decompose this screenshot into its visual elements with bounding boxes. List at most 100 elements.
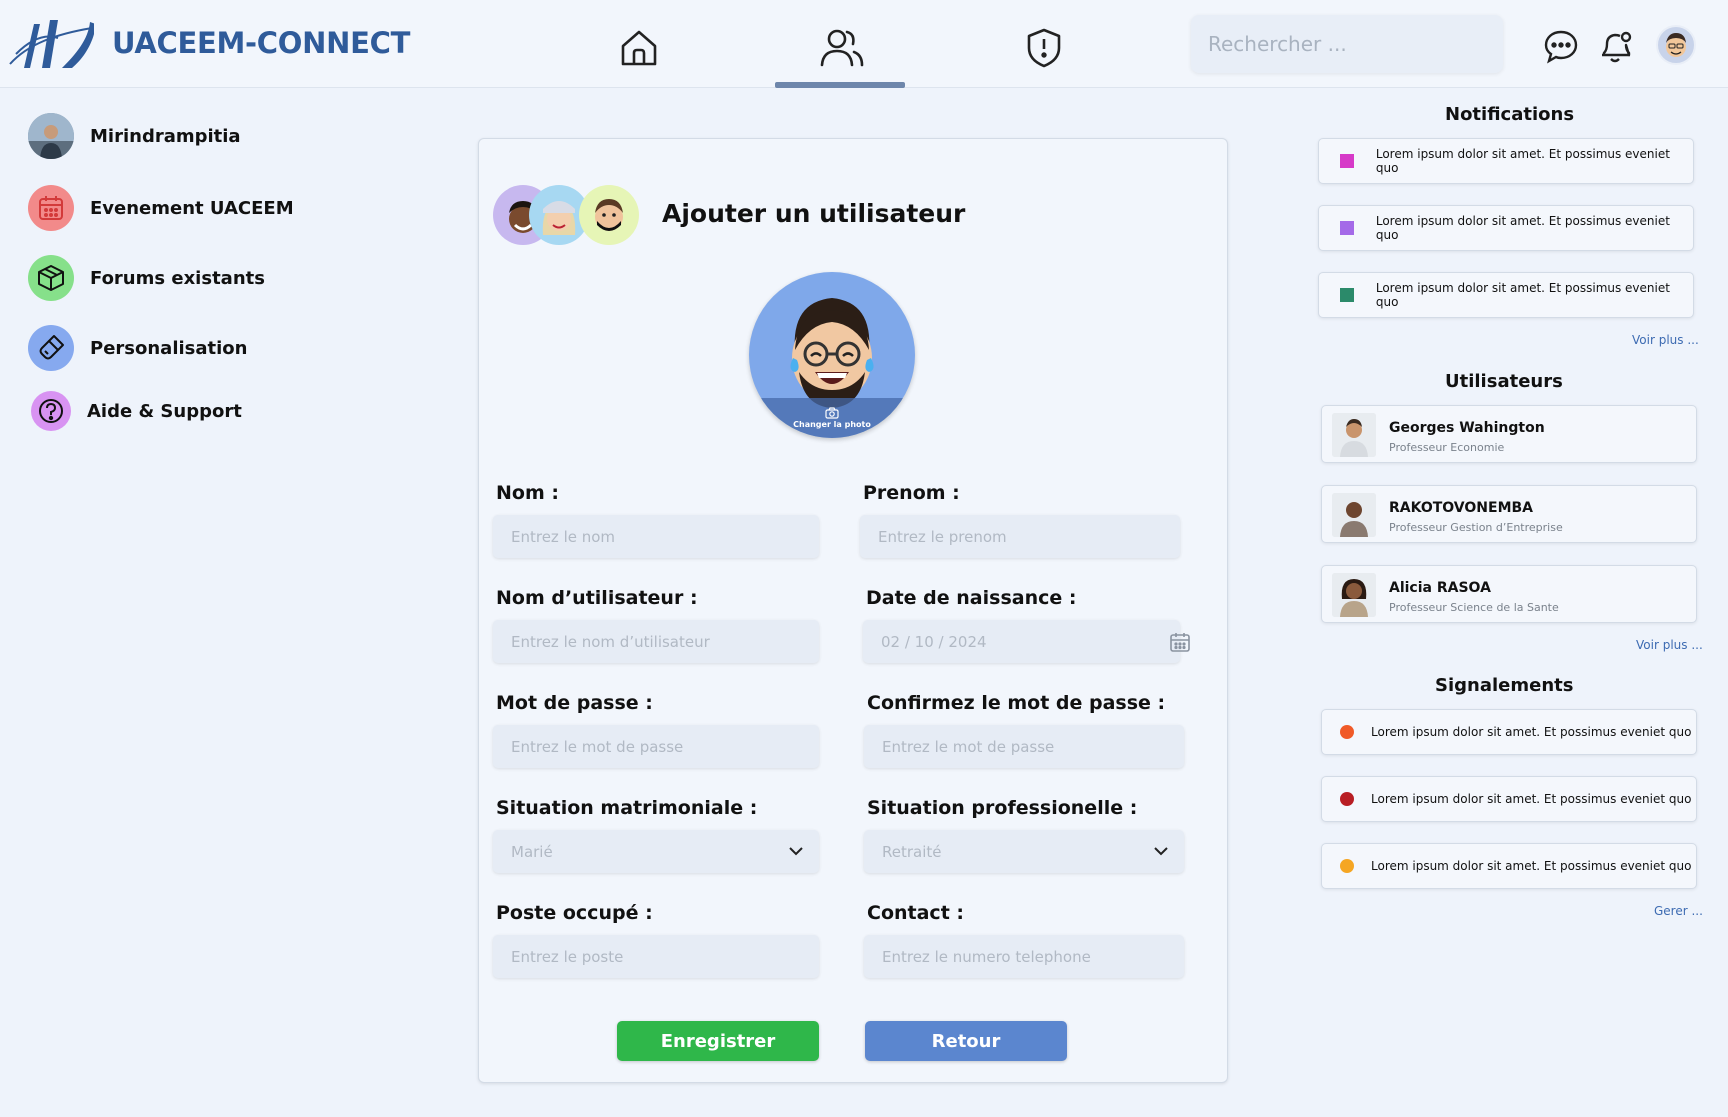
user-avatar[interactable]	[1656, 25, 1696, 65]
messages-button[interactable]	[1541, 26, 1581, 66]
brush-icon	[39, 335, 64, 360]
user-name: Alicia RASOA	[1389, 580, 1491, 596]
help-icon	[39, 399, 63, 423]
report-text: Lorem ipsum dolor sit amet. Et possimus …	[1371, 792, 1692, 806]
form-title: Ajouter un utilisateur	[662, 199, 966, 228]
back-button[interactable]: Retour	[865, 1021, 1067, 1061]
notification-item[interactable]: Lorem ipsum dolor sit amet. Et possimus …	[1318, 138, 1694, 184]
user-role: Professeur Gestion d’Entreprise	[1389, 521, 1563, 534]
sidebar-item-help[interactable]: Aide & Support	[28, 391, 242, 431]
report-status-dot	[1340, 859, 1354, 873]
nom-input[interactable]	[493, 515, 819, 558]
save-button[interactable]: Enregistrer	[617, 1021, 819, 1061]
calendar-picker-icon[interactable]	[1169, 631, 1191, 653]
calendar-icon	[39, 196, 63, 220]
report-item[interactable]: Lorem ipsum dolor sit amet. Et possimus …	[1321, 709, 1697, 755]
user-name: Georges Wahington	[1389, 420, 1545, 436]
calendar-badge	[28, 185, 74, 231]
person-photo-icon	[1332, 493, 1376, 537]
change-photo-label: Changer la photo	[793, 420, 871, 429]
nav-home-button[interactable]	[615, 24, 663, 72]
report-status-dot	[1340, 792, 1354, 806]
marital-status-select[interactable]: Marié	[493, 830, 819, 873]
memoji-avatar-icon	[1666, 33, 1686, 57]
birthdate-label: Date de naissance :	[866, 587, 1077, 609]
app-title: UACEEM-CONNECT	[112, 26, 411, 60]
logo-icon	[9, 20, 94, 68]
user-card[interactable]: Alicia RASOA Professeur Science de la Sa…	[1321, 565, 1697, 623]
search-input[interactable]	[1191, 15, 1503, 73]
change-photo-band[interactable]: Changer la photo	[749, 398, 915, 438]
notifications-button[interactable]	[1596, 26, 1636, 66]
prenom-label: Prenom :	[863, 482, 960, 504]
nav-users-button[interactable]	[818, 24, 866, 72]
person-photo-icon	[1332, 413, 1376, 457]
profile-photo-picker[interactable]: Changer la photo	[749, 272, 915, 438]
username-label: Nom d’utilisateur :	[496, 587, 698, 609]
person-photo-icon	[1332, 573, 1376, 617]
notification-text: Lorem ipsum dolor sit amet. Et possimus …	[1375, 281, 1670, 309]
contact-input[interactable]	[864, 935, 1184, 978]
notification-item[interactable]: Lorem ipsum dolor sit amet. Et possimus …	[1318, 205, 1694, 251]
user-photo	[1332, 573, 1376, 617]
memoji-avatar-3	[579, 185, 639, 245]
prenom-input[interactable]	[860, 515, 1180, 558]
username-input[interactable]	[493, 620, 819, 663]
camera-icon	[825, 407, 839, 419]
memoji-icon	[595, 199, 623, 231]
position-input[interactable]	[493, 935, 819, 978]
report-text: Lorem ipsum dolor sit amet. Et possimus …	[1371, 725, 1692, 739]
shield-icon	[1027, 28, 1061, 68]
user-card[interactable]: RAKOTOVONEMBA Professeur Gestion d’Entre…	[1321, 485, 1697, 543]
user-photo	[1332, 493, 1376, 537]
notification-text: Lorem ipsum dolor sit amet. Et possimus …	[1375, 147, 1670, 175]
users-icon	[820, 29, 864, 67]
reports-title: Signalements	[1435, 675, 1574, 696]
password-label: Mot de passe :	[496, 692, 653, 714]
bell-icon	[1602, 31, 1632, 63]
user-name: RAKOTOVONEMBA	[1389, 500, 1534, 516]
notifications-see-more-link[interactable]: Voir plus ...	[1632, 333, 1699, 347]
users-title: Utilisateurs	[1445, 371, 1563, 392]
sidebar-item-personalisation[interactable]: Personalisation	[28, 325, 247, 371]
help-badge	[31, 391, 71, 431]
confirm-password-input[interactable]	[864, 725, 1184, 768]
sidebar-item-label: Mirindrampitia	[90, 125, 241, 147]
add-user-card: Ajouter un utilisateur Changer la photo	[478, 138, 1228, 1083]
chevron-down-icon	[1154, 847, 1168, 856]
reports-manage-link[interactable]: Gerer ...	[1654, 904, 1703, 918]
sidebar-item-forums[interactable]: Forums existants	[28, 255, 265, 301]
contact-label: Contact :	[867, 902, 964, 924]
position-label: Poste occupé :	[496, 902, 653, 924]
nom-label: Nom :	[496, 482, 559, 504]
sidebar-item-label: Aide & Support	[87, 400, 242, 422]
birthdate-input[interactable]	[863, 620, 1180, 663]
brush-badge	[28, 325, 74, 371]
notification-text: Lorem ipsum dolor sit amet. Et possimus …	[1375, 214, 1670, 242]
sidebar-item-profile[interactable]: Mirindrampitia	[28, 113, 241, 159]
chevron-down-icon	[789, 847, 803, 856]
user-card[interactable]: Georges Wahington Professeur Economie	[1321, 405, 1697, 463]
app-logo[interactable]: UACEEM-CONNECT	[6, 14, 410, 72]
password-input[interactable]	[493, 725, 819, 768]
user-role: Professeur Science de la Sante	[1389, 601, 1559, 614]
nav-security-button[interactable]	[1020, 24, 1068, 72]
report-item[interactable]: Lorem ipsum dolor sit amet. Et possimus …	[1321, 776, 1697, 822]
report-status-dot	[1340, 725, 1354, 739]
notifications-title: Notifications	[1445, 104, 1575, 125]
professional-status-label: Situation professionelle :	[867, 797, 1138, 819]
confirm-password-label: Confirmez le mot de passe :	[867, 692, 1166, 714]
users-see-more-link[interactable]: Voir plus ...	[1636, 638, 1703, 652]
professional-status-select[interactable]: Retraité	[864, 830, 1184, 873]
user-role: Professeur Economie	[1389, 441, 1505, 454]
notification-color-marker	[1340, 221, 1354, 235]
chat-icon	[1544, 30, 1578, 64]
sidebar-item-events[interactable]: Evenement UACEEM	[28, 185, 294, 231]
report-item[interactable]: Lorem ipsum dolor sit amet. Et possimus …	[1321, 843, 1697, 889]
box-icon	[38, 265, 64, 291]
marital-status-value: Marié	[511, 842, 553, 861]
top-bar: UACEEM-CONNECT	[0, 0, 1728, 88]
notification-color-marker	[1340, 288, 1354, 302]
notification-item[interactable]: Lorem ipsum dolor sit amet. Et possimus …	[1318, 272, 1694, 318]
home-icon	[621, 30, 657, 66]
